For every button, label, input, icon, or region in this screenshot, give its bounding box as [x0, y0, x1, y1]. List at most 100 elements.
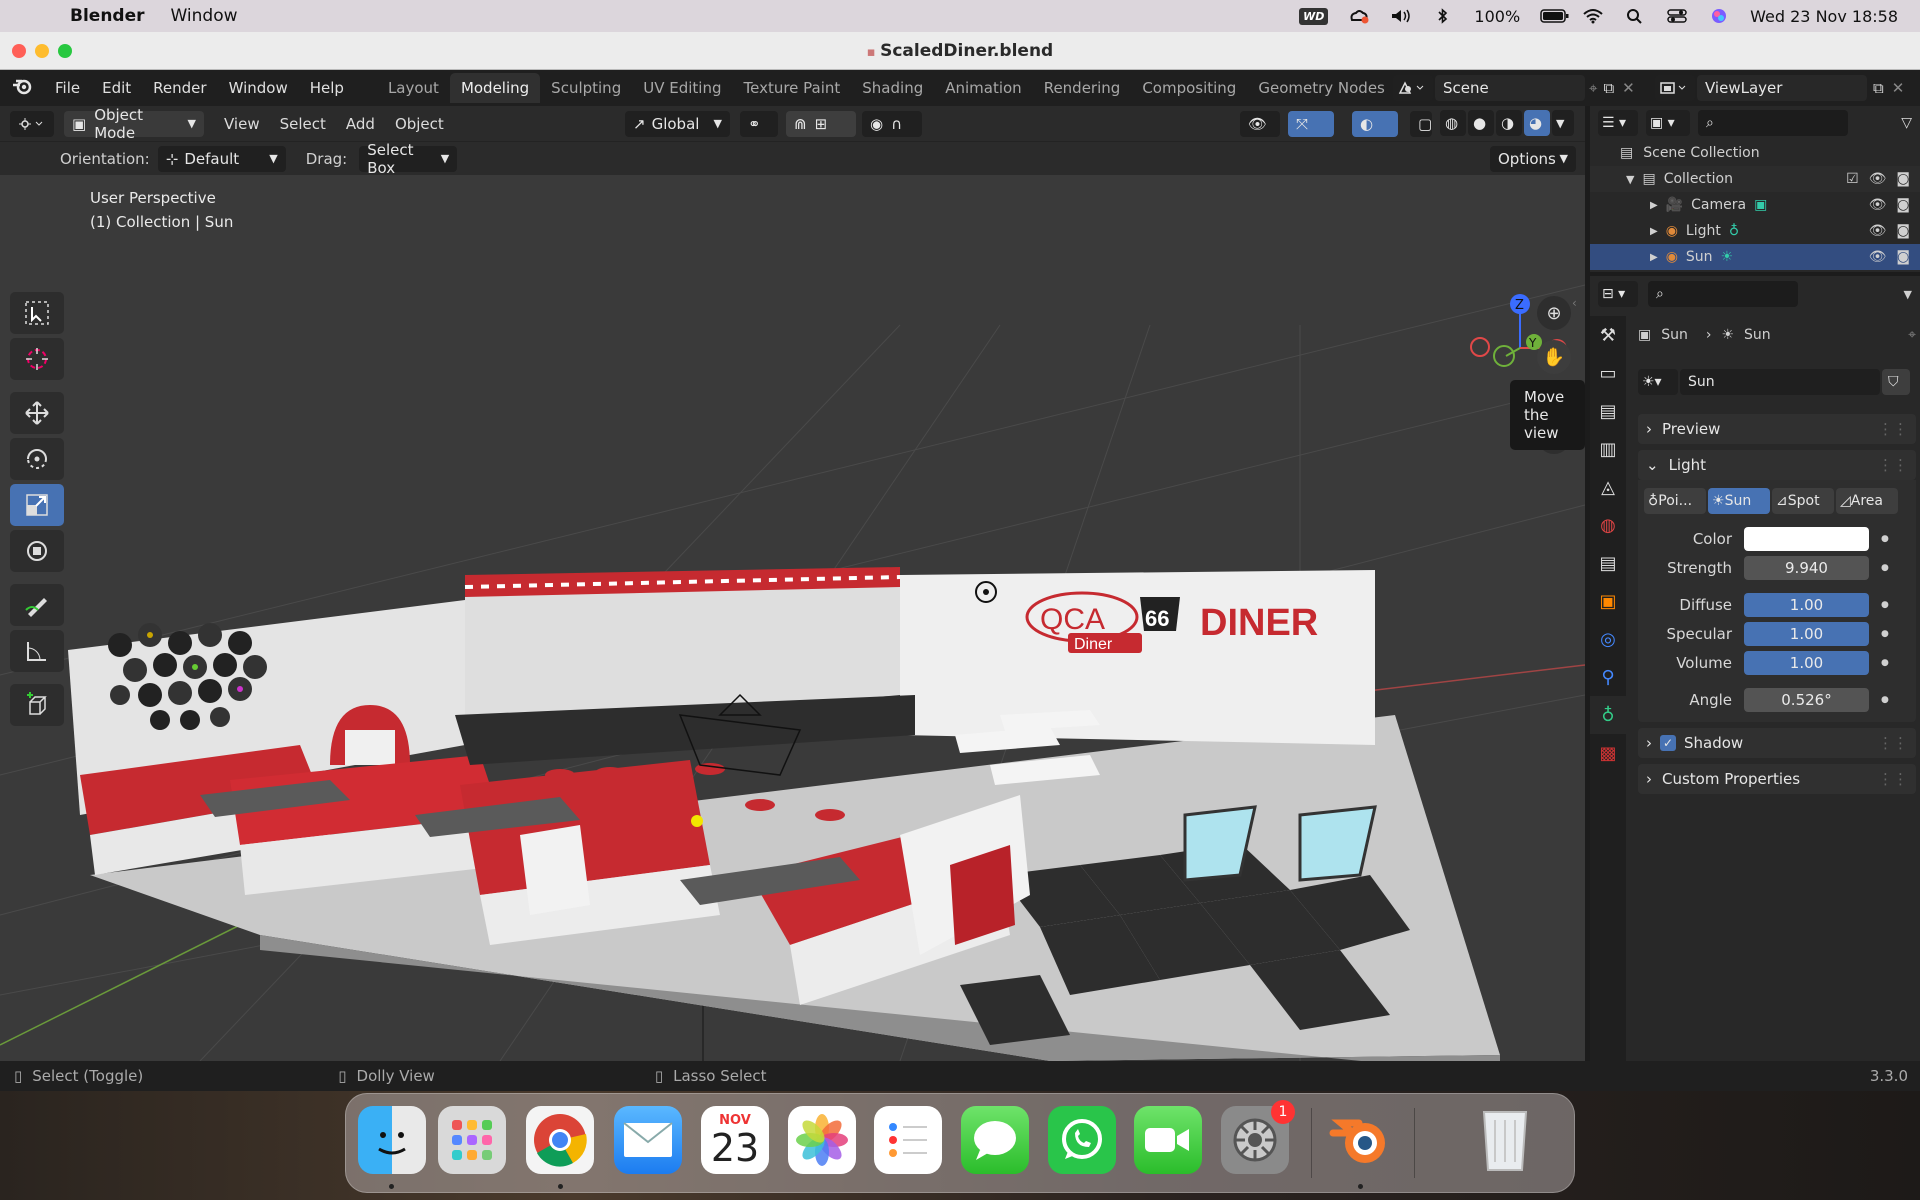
object-tab-icon[interactable]: ▣: [1590, 582, 1626, 620]
menu-edit[interactable]: Edit: [91, 79, 142, 97]
visibility-eye-icon[interactable]: 👁: [1869, 171, 1887, 187]
light-type-area-button[interactable]: ◿ Area: [1836, 488, 1898, 514]
constraints-tab-icon[interactable]: ⚲: [1590, 658, 1626, 696]
view-layer-new-icon[interactable]: ⧉: [1873, 79, 1884, 97]
whatsapp-icon[interactable]: [1048, 1106, 1116, 1174]
measure-tool[interactable]: [10, 630, 64, 672]
app-menu-blender[interactable]: Blender: [70, 6, 145, 26]
sun-data-icon[interactable]: ☀: [1721, 249, 1734, 265]
scene-close-icon[interactable]: ✕: [1622, 79, 1635, 97]
scene-browse-button[interactable]: [1393, 75, 1433, 101]
move-tool[interactable]: [10, 392, 64, 434]
tab-animation[interactable]: Animation: [934, 73, 1032, 103]
object-visibility-dropdown[interactable]: 👁: [1240, 110, 1280, 137]
siri-icon[interactable]: [1708, 8, 1730, 24]
launchpad-icon[interactable]: [438, 1106, 506, 1174]
tool-tab-icon[interactable]: ⚒: [1590, 316, 1626, 354]
outliner-item-sun[interactable]: ▶ ◉ Sun ☀ 👁 ◙: [1590, 244, 1920, 270]
tab-layout[interactable]: Layout: [377, 73, 450, 103]
tab-uv-editing[interactable]: UV Editing: [632, 73, 732, 103]
drag-handle-icon[interactable]: ⋮⋮: [1878, 770, 1916, 788]
transform-orientation-dropdown[interactable]: ↗ Global ▼: [625, 110, 730, 137]
volume-slider[interactable]: 1.00: [1744, 650, 1869, 675]
rendered-shading-button[interactable]: ◕: [1524, 110, 1550, 136]
keyframe-dot-icon[interactable]: ●: [1881, 563, 1889, 573]
preview-panel-header[interactable]: › Preview ⋮⋮: [1638, 414, 1916, 444]
menu-add[interactable]: Add: [336, 115, 385, 133]
light-color-swatch[interactable]: [1744, 526, 1869, 551]
collection-tab-icon[interactable]: ▤: [1590, 544, 1626, 582]
object-mode-dropdown[interactable]: ▣ Object Mode ▼: [64, 106, 204, 142]
wifi-icon[interactable]: [1582, 8, 1604, 24]
options-dropdown[interactable]: Options ▼: [1490, 145, 1576, 172]
cursor-tool[interactable]: [10, 338, 64, 380]
visibility-eye-icon[interactable]: 👁: [1869, 249, 1887, 265]
control-center-icon[interactable]: [1666, 8, 1688, 24]
select-box-tool[interactable]: [10, 292, 64, 334]
outliner-collection[interactable]: ▼ ▤ Collection ☑ 👁 ◙: [1590, 166, 1920, 192]
render-tab-icon[interactable]: ▭: [1590, 354, 1626, 392]
menu-window[interactable]: Window: [218, 79, 299, 97]
clock[interactable]: Wed 23 Nov 18:58: [1750, 7, 1898, 26]
snap-toggle[interactable]: ⋒ ⊞: [786, 110, 856, 137]
menu-select[interactable]: Select: [270, 115, 336, 133]
point-light-data-icon[interactable]: ♁: [1729, 223, 1739, 239]
keyframe-dot-icon[interactable]: ●: [1881, 695, 1889, 705]
material-preview-shading-button[interactable]: ◑: [1496, 110, 1522, 136]
tab-sculpting[interactable]: Sculpting: [540, 73, 632, 103]
view-layer-name-field[interactable]: ViewLayer: [1697, 75, 1867, 101]
physics-tab-icon[interactable]: ◎: [1590, 620, 1626, 658]
system-preferences-icon[interactable]: 1: [1221, 1100, 1295, 1174]
exclude-checkbox-icon[interactable]: ☑: [1846, 171, 1859, 187]
blender-logo-icon[interactable]: [0, 76, 44, 101]
xray-toggle[interactable]: ▢: [1410, 110, 1432, 137]
battery-icon[interactable]: [1540, 8, 1569, 24]
keyframe-dot-icon[interactable]: ●: [1881, 534, 1889, 544]
annotate-tool[interactable]: [10, 584, 64, 626]
angle-field[interactable]: 0.526°: [1744, 687, 1869, 712]
fake-user-shield-icon[interactable]: ⛉: [1882, 369, 1910, 395]
move-view-button[interactable]: ✋: [1537, 340, 1571, 374]
expand-arrow-icon[interactable]: ▶: [1650, 252, 1658, 263]
sidebar-toggle-arrow-icon[interactable]: ‹: [1572, 296, 1577, 310]
specular-slider[interactable]: 1.00: [1744, 621, 1869, 646]
light-panel-header[interactable]: ⌄ Light ⋮⋮: [1638, 450, 1916, 480]
render-camera-icon[interactable]: ◙: [1896, 197, 1910, 213]
keyframe-dot-icon[interactable]: ●: [1881, 658, 1889, 668]
finder-icon[interactable]: [358, 1106, 426, 1174]
proportional-editing-toggle[interactable]: ◉ ∩: [862, 110, 922, 137]
pin-icon[interactable]: ⌖: [1908, 327, 1916, 343]
orientation-dropdown[interactable]: ⊹ Default ▼: [157, 145, 286, 172]
menu-window[interactable]: Window: [171, 6, 238, 26]
expand-arrow-icon[interactable]: ▶: [1650, 200, 1658, 211]
output-tab-icon[interactable]: ▤: [1590, 392, 1626, 430]
visibility-eye-icon[interactable]: 👁: [1869, 197, 1887, 213]
tab-texture-paint[interactable]: Texture Paint: [732, 73, 851, 103]
photos-icon[interactable]: [788, 1106, 856, 1174]
render-camera-icon[interactable]: ◙: [1896, 223, 1910, 239]
texture-tab-icon[interactable]: ▩: [1590, 734, 1626, 772]
light-datablock-name-field[interactable]: Sun: [1680, 369, 1880, 395]
properties-search-input[interactable]: ⌕: [1648, 281, 1798, 307]
3d-viewport[interactable]: ▣ Object Mode ▼ View Select Add Object ↗…: [0, 106, 1585, 1061]
wireframe-shading-button[interactable]: ◍: [1440, 110, 1466, 136]
chevron-down-icon[interactable]: ▼: [1904, 288, 1912, 301]
creative-cloud-icon[interactable]: [1348, 8, 1370, 24]
diner-3d-scene[interactable]: QCA Diner DINER 66: [0, 175, 1585, 1061]
menu-help[interactable]: Help: [299, 79, 355, 97]
mail-icon[interactable]: [614, 1106, 682, 1174]
editor-type-button[interactable]: [10, 110, 54, 137]
drag-select-dropdown[interactable]: Select Box ▼: [359, 141, 458, 177]
rotate-tool[interactable]: [10, 438, 64, 480]
drag-handle-icon[interactable]: ⋮⋮: [1878, 420, 1916, 438]
scene-tab-icon[interactable]: ◬: [1590, 468, 1626, 506]
outliner-item-light[interactable]: ▶ ◉ Light ♁ 👁 ◙: [1590, 218, 1920, 244]
strength-field[interactable]: 9.940: [1744, 555, 1869, 580]
drag-handle-icon[interactable]: ⋮⋮: [1878, 734, 1916, 752]
blender-dock-icon[interactable]: [1326, 1106, 1394, 1174]
messages-icon[interactable]: [961, 1106, 1029, 1174]
diffuse-slider[interactable]: 1.00: [1744, 592, 1869, 617]
light-data-tab-icon[interactable]: ♁: [1590, 696, 1626, 734]
reminders-icon[interactable]: [874, 1106, 942, 1174]
light-type-sun-button[interactable]: ☀ Sun: [1708, 488, 1770, 514]
